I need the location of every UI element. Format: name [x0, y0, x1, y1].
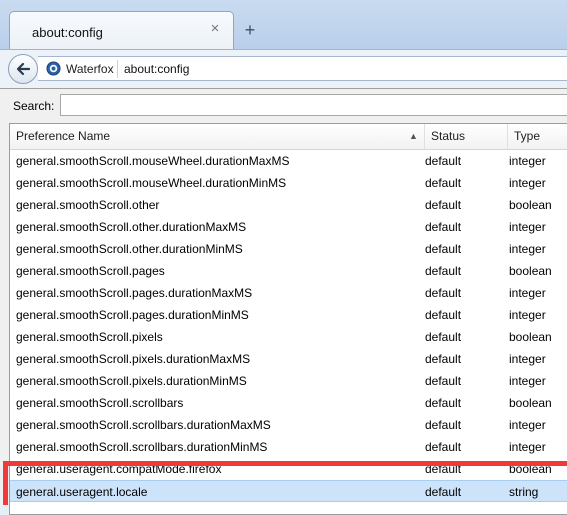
preferences-table: Preference Name ▲ Status Type general.sm… [9, 123, 567, 515]
pref-type: integer [509, 176, 546, 190]
search-label: Search: [13, 99, 55, 113]
pref-name: general.useragent.locale [16, 485, 148, 499]
tab-strip: about:config × + [0, 0, 567, 50]
table-row[interactable]: general.smoothScroll.pages.durationMinMS… [10, 304, 567, 326]
header-label: Preference Name [16, 129, 111, 143]
pref-type: boolean [509, 264, 552, 278]
table-row[interactable]: general.smoothScroll.pixels.durationMaxM… [10, 348, 567, 370]
pref-name: general.smoothScroll.scrollbars.duration… [16, 440, 268, 454]
pref-type: boolean [509, 396, 552, 410]
pref-type: integer [509, 440, 546, 454]
site-identity-icon[interactable] [46, 61, 61, 76]
pref-name: general.useragent.compatMode.firefox [16, 462, 222, 476]
pref-status: default [425, 154, 462, 168]
pref-name: general.smoothScroll.other.durationMinMS [16, 242, 243, 256]
pref-type: integer [509, 352, 546, 366]
pref-name: general.smoothScroll.scrollbars.duration… [16, 418, 271, 432]
sort-ascending-icon: ▲ [409, 131, 418, 141]
url-bar[interactable]: Waterfox about:config [38, 56, 567, 81]
pref-name: general.smoothScroll.scrollbars [16, 396, 184, 410]
url-text[interactable]: about:config [124, 62, 189, 76]
pref-name: general.smoothScroll.pixels.durationMaxM… [16, 352, 251, 366]
column-header-type[interactable]: Type [508, 124, 567, 149]
site-identity-label[interactable]: Waterfox [66, 62, 114, 76]
pref-status: default [425, 198, 462, 212]
table-row[interactable]: general.useragent.compatMode.firefox def… [10, 458, 567, 480]
table-row[interactable]: general.smoothScroll.other.durationMinMS… [10, 238, 567, 260]
pref-type: string [509, 485, 539, 499]
pref-status: default [425, 462, 462, 476]
table-row[interactable]: general.smoothScroll.pages default boole… [10, 260, 567, 282]
pref-status: default [425, 374, 462, 388]
navigation-toolbar: Waterfox about:config [0, 49, 567, 88]
pref-status: default [425, 440, 462, 454]
pref-status: default [425, 396, 462, 410]
pref-name: general.smoothScroll.pixels [16, 330, 163, 344]
search-input[interactable] [60, 94, 567, 116]
pref-type: integer [509, 418, 546, 432]
pref-status: default [425, 352, 462, 366]
table-row[interactable]: general.smoothScroll.other default boole… [10, 194, 567, 216]
pref-name: general.smoothScroll.pages [16, 264, 165, 278]
column-header-status[interactable]: Status [425, 124, 508, 149]
pref-type: boolean [509, 198, 552, 212]
column-header-preference-name[interactable]: Preference Name ▲ [10, 124, 425, 149]
pref-type: integer [509, 286, 546, 300]
pref-status: default [425, 308, 462, 322]
pref-type: integer [509, 154, 546, 168]
table-row[interactable]: general.smoothScroll.pages.durationMaxMS… [10, 282, 567, 304]
pref-name: general.smoothScroll.pages.durationMinMS [16, 308, 249, 322]
pref-status: default [425, 286, 462, 300]
new-tab-button[interactable]: + [240, 20, 260, 40]
table-row[interactable]: general.smoothScroll.scrollbars.duration… [10, 414, 567, 436]
table-row[interactable]: general.smoothScroll.other.durationMaxMS… [10, 216, 567, 238]
table-row[interactable]: general.smoothScroll.pixels default bool… [10, 326, 567, 348]
table-row-selected[interactable]: general.useragent.locale default string [10, 480, 567, 502]
pref-status: default [425, 330, 462, 344]
table-row[interactable]: general.smoothScroll.scrollbars default … [10, 392, 567, 414]
pref-name: general.smoothScroll.other.durationMaxMS [16, 220, 247, 234]
pref-type: boolean [509, 330, 552, 344]
table-row[interactable]: general.smoothScroll.scrollbars.duration… [10, 436, 567, 458]
pref-status: default [425, 220, 462, 234]
pref-status: default [425, 485, 462, 499]
url-separator [117, 60, 118, 78]
tab-title: about:config [32, 25, 103, 40]
pref-type: integer [509, 242, 546, 256]
pref-type: integer [509, 374, 546, 388]
pref-type: boolean [509, 462, 552, 476]
table-header: Preference Name ▲ Status Type [10, 124, 567, 150]
pref-type: integer [509, 220, 546, 234]
config-page: Search: Preference Name ▲ Status Type ge… [0, 88, 567, 515]
table-row[interactable]: general.smoothScroll.mouseWheel.duration… [10, 172, 567, 194]
table-row[interactable]: general.smoothScroll.mouseWheel.duration… [10, 150, 567, 172]
pref-name: general.smoothScroll.pixels.durationMinM… [16, 374, 247, 388]
pref-name: general.smoothScroll.other [16, 198, 160, 212]
pref-status: default [425, 176, 462, 190]
table-row[interactable]: general.smoothScroll.pixels.durationMinM… [10, 370, 567, 392]
tab-about-config[interactable]: about:config × [9, 11, 234, 49]
pref-status: default [425, 418, 462, 432]
pref-status: default [425, 242, 462, 256]
close-tab-icon[interactable]: × [208, 21, 222, 36]
pref-name: general.smoothScroll.mouseWheel.duration… [16, 154, 290, 168]
back-arrow-icon [16, 62, 31, 76]
pref-name: general.smoothScroll.mouseWheel.duration… [16, 176, 287, 190]
pref-name: general.smoothScroll.pages.durationMaxMS [16, 286, 253, 300]
back-button[interactable] [8, 54, 38, 84]
pref-status: default [425, 264, 462, 278]
pref-type: integer [509, 308, 546, 322]
